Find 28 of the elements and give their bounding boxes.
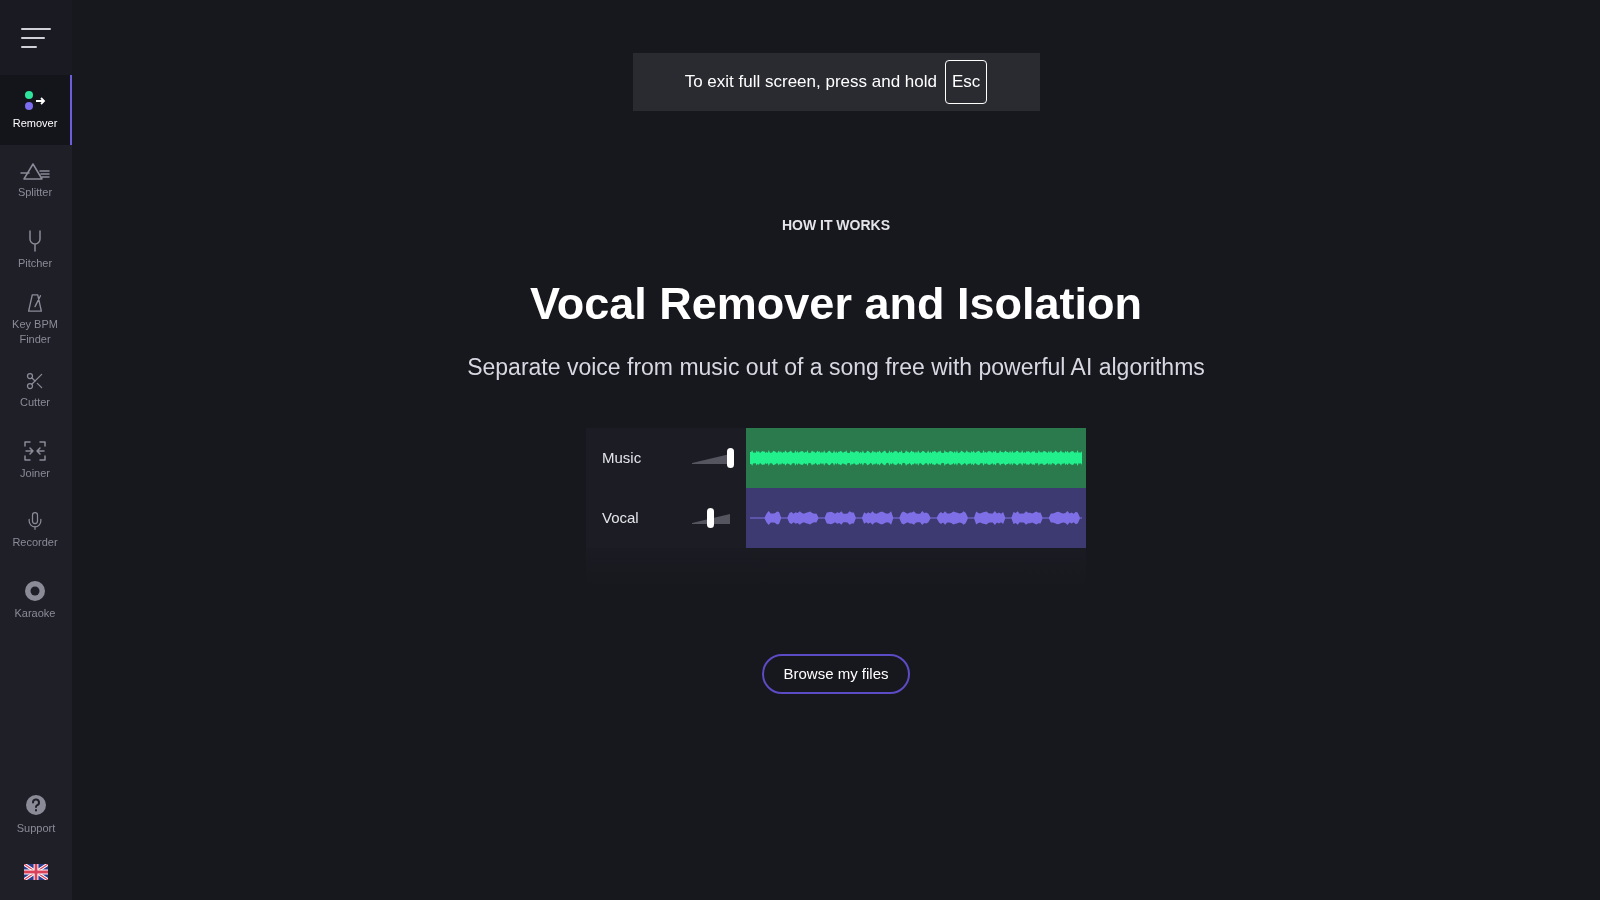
menu-icon[interactable] (21, 26, 51, 49)
joiner-icon (23, 439, 47, 462)
track-name: Music (602, 447, 642, 468)
volume-slider[interactable] (690, 448, 734, 468)
sidebar-item[interactable]: Recorder (0, 495, 72, 565)
prism-icon (19, 160, 51, 181)
scissors-icon (25, 370, 45, 391)
sidebar-item[interactable]: Pitcher (0, 215, 72, 285)
notice-text: To exit full screen, press and hold (684, 71, 937, 94)
uk-flag-icon[interactable] (24, 864, 48, 880)
sidebar-item[interactable]: Joiner (0, 425, 72, 495)
subtitle: Separate voice from music out of a song free with powerful AI algorithms (467, 352, 1205, 382)
eyebrow-text: HOW IT WORKS (781, 216, 891, 235)
track-name: Vocal (602, 507, 639, 528)
help-icon (25, 793, 47, 816)
tuning-fork-icon (27, 229, 43, 252)
sidebar-item[interactable]: Key BPM Finder (0, 285, 72, 355)
sidebar-item[interactable]: Cutter (0, 355, 72, 425)
disc-icon (24, 579, 46, 602)
esc-key: Esc (945, 60, 988, 104)
sidebar-item[interactable]: Karaoke (0, 565, 72, 635)
dots-arrow-icon (23, 89, 47, 112)
page-title: Vocal Remover and Isolation (530, 277, 1142, 331)
sidebar-item[interactable]: Remover (0, 75, 72, 145)
metronome-icon (26, 293, 44, 313)
support-link[interactable]: Support (0, 793, 72, 852)
sidebar-item[interactable]: Splitter (0, 145, 72, 215)
browse-files-button[interactable]: Browse my files (762, 654, 910, 694)
